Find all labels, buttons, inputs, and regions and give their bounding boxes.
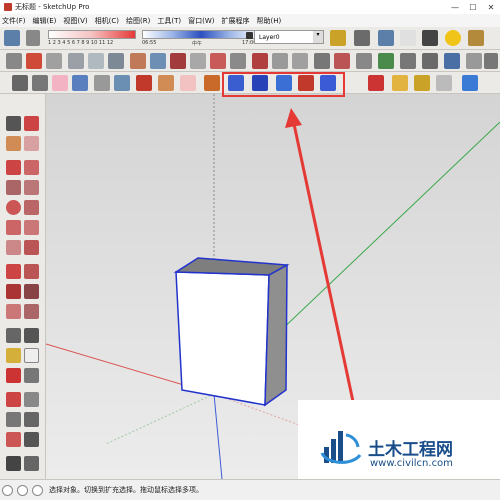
sketchup-window: 无标题 - SketchUp Pro — ☐ ✕ 文件(F) 编辑(E) 视图(… [0, 0, 500, 500]
watermark-title: 土木工程网 [368, 440, 453, 460]
instructor-help-icon[interactable] [32, 484, 43, 496]
watermark-url: www.civilcn.com [370, 458, 453, 469]
watermark-logo-icon [320, 431, 362, 464]
georeference-icon[interactable] [2, 484, 13, 496]
credits-icon[interactable] [17, 484, 28, 496]
annotation-arrowhead [285, 108, 302, 128]
status-message: 选择对象。切换到扩充选择。拖动鼠标选择多项。 [49, 486, 203, 494]
annotation-arrow [292, 123, 360, 426]
status-bar: 选择对象。切换到扩充选择。拖动鼠标选择多项。 [0, 479, 500, 500]
